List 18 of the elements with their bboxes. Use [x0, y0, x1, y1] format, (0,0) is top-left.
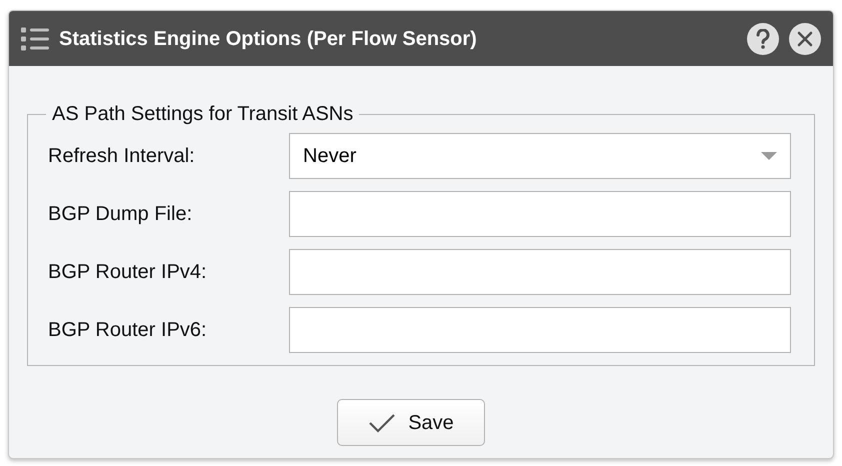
close-button[interactable] [789, 22, 821, 54]
text-field[interactable] [289, 191, 791, 237]
help-button[interactable] [747, 22, 779, 54]
list-icon [21, 26, 49, 50]
dropdown-field[interactable]: Never [289, 133, 791, 179]
save-button[interactable]: Save [337, 399, 485, 446]
field-label: BGP Router IPv6: [48, 318, 208, 343]
field-label: Refresh Interval: [48, 144, 196, 169]
field-label: BGP Router IPv4: [48, 260, 208, 285]
dropdown-caret-icon [761, 152, 777, 160]
close-icon [797, 30, 813, 46]
window-title: Statistics Engine Options (Per Flow Sensor) [59, 26, 478, 52]
checkmark-icon [368, 412, 396, 432]
field-label: BGP Dump File: [48, 202, 194, 227]
text-field[interactable] [289, 307, 791, 353]
text-field[interactable] [289, 249, 791, 295]
question-icon [755, 28, 771, 48]
group-legend: AS Path Settings for Transit ASNs [46, 99, 360, 129]
